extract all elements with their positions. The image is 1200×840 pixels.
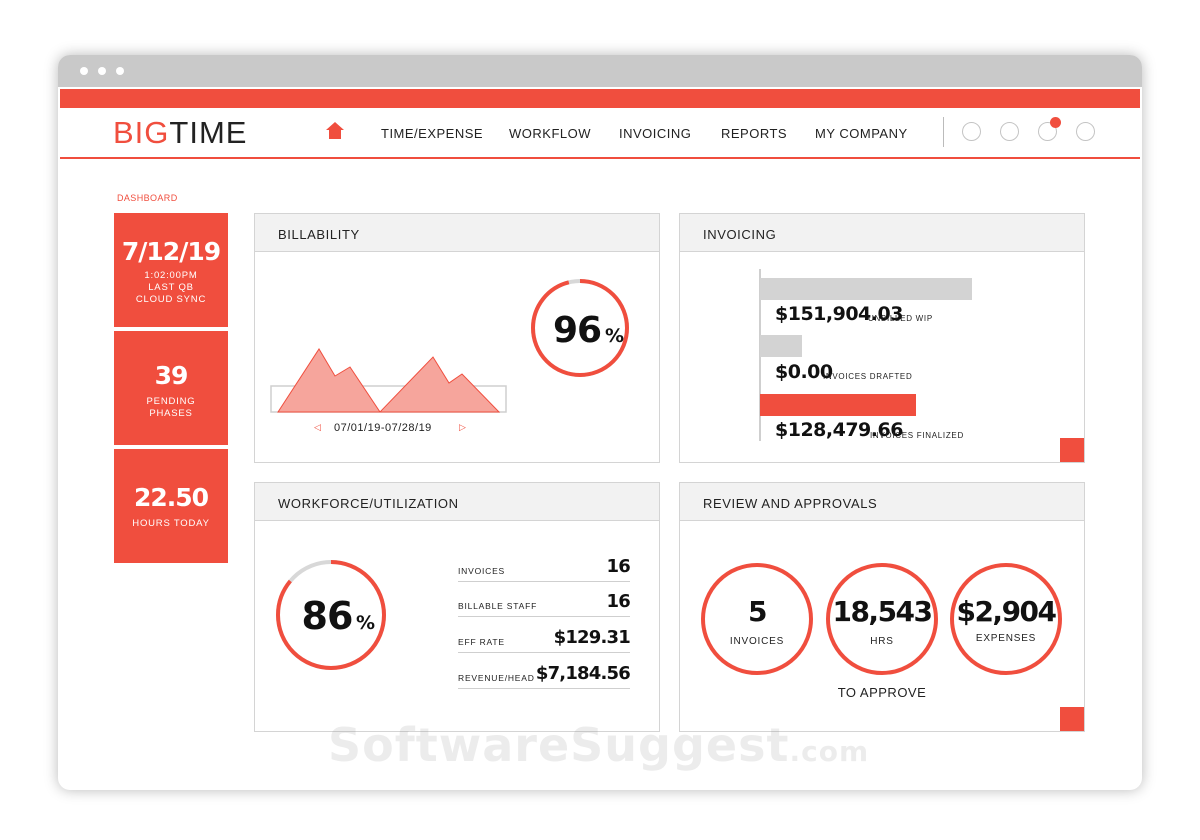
metric-row: BILLABLE STAFF 16 bbox=[458, 587, 631, 617]
date-range: 07/01/19-07/28/19 bbox=[334, 422, 432, 434]
nav-item-my-company[interactable]: MY COMPANY bbox=[815, 126, 908, 141]
window-control-dot[interactable] bbox=[80, 67, 88, 75]
invoice-label: INVOICES DRAFTED bbox=[823, 372, 913, 381]
panel-header: WORKFORCE/UTILIZATION bbox=[255, 483, 659, 521]
approval-value: 18,543 bbox=[832, 595, 933, 628]
metric-value: $7,184.56 bbox=[535, 663, 631, 684]
approval-invoices[interactable]: 5 INVOICES bbox=[701, 563, 813, 675]
percent-value: 96 bbox=[553, 310, 601, 351]
stat-value: 22.50 bbox=[133, 483, 209, 512]
metric-label: REVENUE/HEAD bbox=[458, 673, 535, 683]
metric-row: REVENUE/HEAD $7,184.56 bbox=[458, 659, 631, 689]
stat-line: 1:02:00PM bbox=[144, 270, 198, 281]
approval-label: EXPENSES bbox=[975, 633, 1037, 644]
to-approve-label: TO APPROVE bbox=[837, 685, 927, 700]
invoice-label: UNBILLED WIP bbox=[868, 314, 933, 323]
window-control-dot[interactable] bbox=[98, 67, 106, 75]
approval-label: INVOICES bbox=[729, 636, 785, 647]
stat-card-hours-today[interactable]: 22.50 HOURS TODAY bbox=[114, 449, 228, 563]
watermark: SoftwareSuggest.com bbox=[328, 718, 869, 772]
user-circle-icon[interactable] bbox=[962, 122, 981, 141]
nav-separator bbox=[943, 117, 944, 147]
invoice-bar-unbilled[interactable] bbox=[760, 278, 972, 300]
metric-label: INVOICES bbox=[458, 566, 506, 576]
metric-row: EFF RATE $129.31 bbox=[458, 623, 631, 653]
metric-value: $129.31 bbox=[553, 627, 631, 648]
metric-label: BILLABLE STAFF bbox=[458, 601, 538, 611]
app-window: BIGTIME TIME/EXPENSE WORKFLOW INVOICING … bbox=[58, 55, 1142, 790]
nav-item-time-expense[interactable]: TIME/EXPENSE bbox=[381, 126, 483, 141]
panel-header: BILLABILITY bbox=[255, 214, 659, 252]
approval-value: 5 bbox=[748, 595, 767, 628]
nav-item-workflow[interactable]: WORKFLOW bbox=[509, 126, 591, 141]
panel-header: REVIEW AND APPROVALS bbox=[680, 483, 1084, 521]
panel-header: INVOICING bbox=[680, 214, 1084, 252]
approval-label: HRS bbox=[870, 636, 894, 647]
caret-left-icon: ◁ bbox=[314, 422, 321, 432]
nav-item-reports[interactable]: REPORTS bbox=[721, 126, 787, 141]
stat-line: CLOUD SYNC bbox=[135, 294, 207, 305]
logo-part-big: BIG bbox=[113, 115, 170, 150]
stat-line: HOURS TODAY bbox=[132, 518, 210, 529]
metric-value: 16 bbox=[606, 591, 631, 612]
metric-row: INVOICES 16 bbox=[458, 552, 631, 582]
panel-title: WORKFORCE/UTILIZATION bbox=[278, 496, 459, 511]
logo-part-time: TIME bbox=[169, 115, 248, 150]
percent-sign: % bbox=[605, 325, 624, 347]
panel-title: BILLABILITY bbox=[278, 227, 360, 242]
panel-corner-marker[interactable] bbox=[1060, 438, 1084, 462]
settings-circle-icon[interactable] bbox=[1000, 122, 1019, 141]
window-titlebar bbox=[58, 55, 1142, 87]
caret-right-icon: ▷ bbox=[459, 422, 466, 432]
invoice-label: INVOICES FINALIZED bbox=[870, 431, 964, 440]
stat-card-pending-phases[interactable]: 39 PENDING PHASES bbox=[114, 331, 228, 445]
stat-card-last-sync[interactable]: 7/12/19 1:02:00PM LAST QB CLOUD SYNC bbox=[114, 213, 228, 327]
billability-panel: BILLABILITY ◁ 07/01/19-07/28/19 ▷ 96 % bbox=[254, 213, 660, 463]
watermark-main: SoftwareSuggest bbox=[328, 718, 790, 772]
window-control-dot[interactable] bbox=[116, 67, 124, 75]
navbar-divider bbox=[60, 157, 1140, 159]
percent-sign: % bbox=[356, 612, 375, 634]
workforce-panel: WORKFORCE/UTILIZATION 86 % INVOICES 16 B… bbox=[254, 482, 660, 732]
breadcrumb[interactable]: DASHBOARD bbox=[117, 193, 178, 203]
bigtime-logo[interactable]: BIGTIME bbox=[113, 116, 247, 150]
watermark-tld: .com bbox=[789, 735, 870, 768]
utilization-ring: 86 % bbox=[276, 560, 386, 670]
nav-item-invoicing[interactable]: INVOICING bbox=[619, 126, 691, 141]
chart-area-peak bbox=[378, 356, 501, 413]
metric-label: EFF RATE bbox=[458, 637, 505, 647]
approval-expenses[interactable]: $2,904 EXPENSES bbox=[950, 563, 1062, 675]
chart-area-peak bbox=[277, 348, 381, 413]
approval-value: $2,904 bbox=[956, 595, 1057, 628]
notification-badge bbox=[1050, 117, 1061, 128]
panel-title: INVOICING bbox=[703, 227, 777, 242]
review-approvals-panel: REVIEW AND APPROVALS 5 INVOICES 18,543 H… bbox=[679, 482, 1085, 732]
stat-line: PHASES bbox=[149, 408, 193, 419]
home-icon[interactable] bbox=[325, 121, 345, 141]
percent-value: 86 bbox=[302, 594, 353, 638]
stat-value: 7/12/19 bbox=[121, 237, 221, 266]
invoice-bar-finalized[interactable] bbox=[760, 394, 916, 416]
panel-title: REVIEW AND APPROVALS bbox=[703, 496, 878, 511]
stat-value: 39 bbox=[154, 361, 189, 390]
panel-corner-marker[interactable] bbox=[1060, 707, 1084, 731]
approval-hours[interactable]: 18,543 HRS bbox=[826, 563, 938, 675]
stat-line: LAST QB bbox=[148, 282, 194, 293]
invoicing-panel: INVOICING $151,904.03 UNBILLED WIP $0.00… bbox=[679, 213, 1085, 463]
help-circle-icon[interactable] bbox=[1076, 122, 1095, 141]
billability-chart: ◁ 07/01/19-07/28/19 ▷ 96 % bbox=[270, 279, 629, 434]
stat-line: PENDING bbox=[146, 396, 196, 407]
top-accent-bar bbox=[60, 89, 1140, 108]
invoice-bar-drafted[interactable] bbox=[760, 335, 802, 357]
metric-value: 16 bbox=[606, 556, 631, 577]
